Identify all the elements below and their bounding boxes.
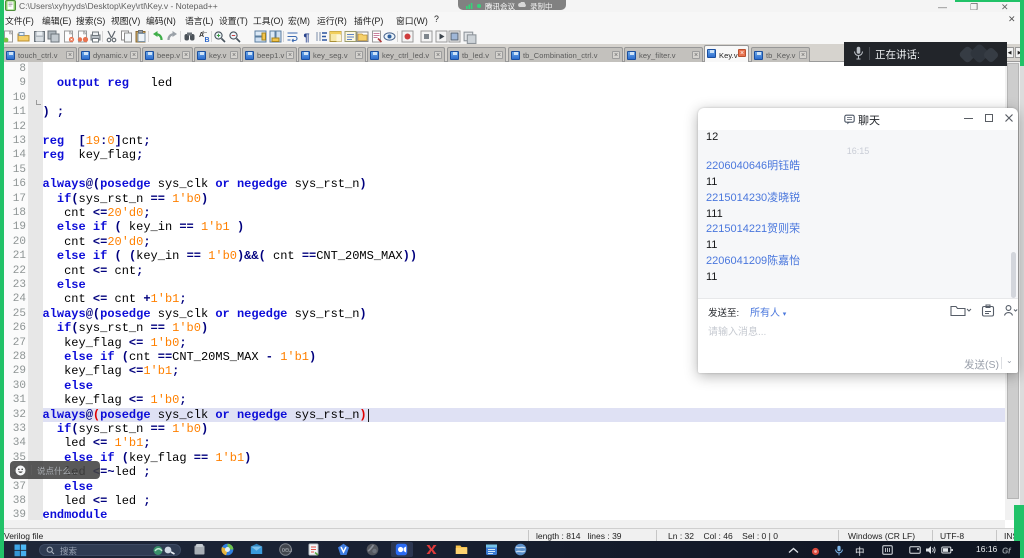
svg-text:¶: ¶	[304, 32, 310, 43]
svg-text:B: B	[205, 37, 210, 43]
svg-text:DELL: DELL	[282, 547, 292, 552]
svg-text:f: f	[1008, 547, 1012, 556]
